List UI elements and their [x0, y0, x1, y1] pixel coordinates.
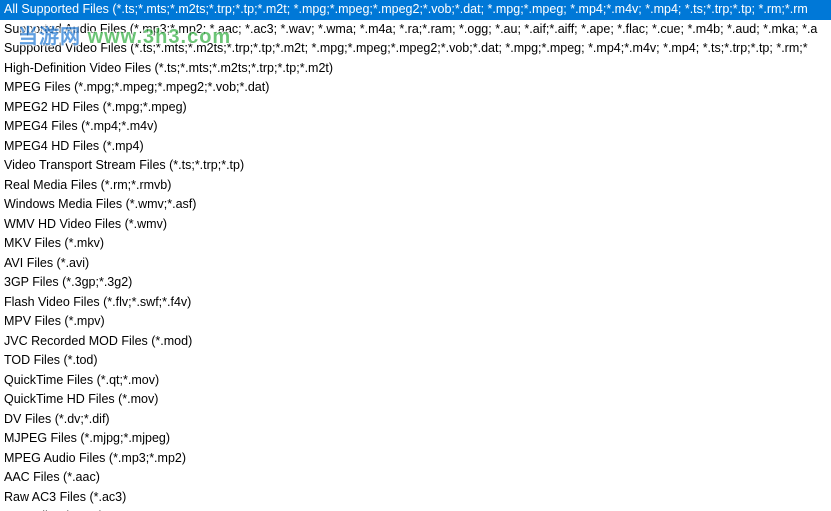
file-type-option[interactable]: Supported Audio Files (*.mp3;*.mp2; *.aa… [0, 20, 831, 40]
file-type-option[interactable]: WMV HD Video Files (*.wmv) [0, 215, 831, 235]
file-type-option[interactable]: High-Definition Video Files (*.ts;*.mts;… [0, 59, 831, 79]
file-type-option[interactable]: MPEG Files (*.mpg;*.mpeg;*.mpeg2;*.vob;*… [0, 78, 831, 98]
file-type-option[interactable]: QuickTime Files (*.qt;*.mov) [0, 371, 831, 391]
file-type-option[interactable]: Flash Video Files (*.flv;*.swf;*.f4v) [0, 293, 831, 313]
file-type-option[interactable]: JVC Recorded MOD Files (*.mod) [0, 332, 831, 352]
file-type-option[interactable]: MKV Files (*.mkv) [0, 234, 831, 254]
file-type-option[interactable]: AAC Files (*.aac) [0, 468, 831, 488]
file-type-option[interactable]: MPEG2 HD Files (*.mpg;*.mpeg) [0, 98, 831, 118]
file-type-option[interactable]: MPV Files (*.mpv) [0, 312, 831, 332]
file-type-option[interactable]: WAV Files (*.wav) [0, 507, 831, 511]
file-type-option[interactable]: Video Transport Stream Files (*.ts;*.trp… [0, 156, 831, 176]
file-type-option[interactable]: QuickTime HD Files (*.mov) [0, 390, 831, 410]
file-type-option[interactable]: MPEG4 HD Files (*.mp4) [0, 137, 831, 157]
file-type-dropdown-list[interactable]: All Supported Files (*.ts;*.mts;*.m2ts;*… [0, 0, 831, 511]
file-type-option[interactable]: Supported Video Files (*.ts;*.mts;*.m2ts… [0, 39, 831, 59]
file-type-option[interactable]: All Supported Files (*.ts;*.mts;*.m2ts;*… [0, 0, 831, 20]
file-type-option[interactable]: Windows Media Files (*.wmv;*.asf) [0, 195, 831, 215]
file-type-option[interactable]: AVI Files (*.avi) [0, 254, 831, 274]
file-type-option[interactable]: MPEG4 Files (*.mp4;*.m4v) [0, 117, 831, 137]
file-type-option[interactable]: Real Media Files (*.rm;*.rmvb) [0, 176, 831, 196]
file-type-option[interactable]: TOD Files (*.tod) [0, 351, 831, 371]
file-type-option[interactable]: MPEG Audio Files (*.mp3;*.mp2) [0, 449, 831, 469]
file-type-option[interactable]: DV Files (*.dv;*.dif) [0, 410, 831, 430]
file-type-option[interactable]: MJPEG Files (*.mjpg;*.mjpeg) [0, 429, 831, 449]
file-type-option[interactable]: Raw AC3 Files (*.ac3) [0, 488, 831, 508]
file-type-option[interactable]: 3GP Files (*.3gp;*.3g2) [0, 273, 831, 293]
